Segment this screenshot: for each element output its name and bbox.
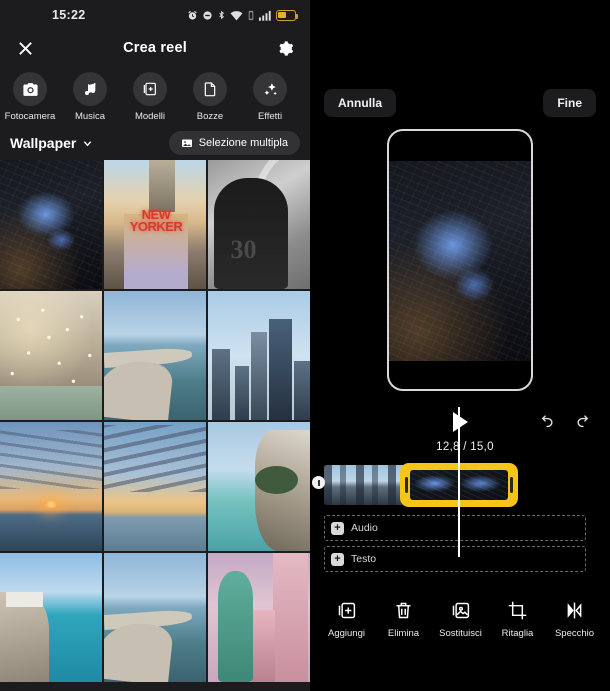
close-icon[interactable] [13,36,37,60]
preview-container [310,129,610,391]
tool-label: Effetti [257,111,283,122]
status-bar: 15:22 [0,0,310,30]
bottom-action-aggiungi[interactable]: Aggiungi [318,600,375,639]
replace-image-icon [452,602,470,619]
trash-icon [396,602,411,619]
templates-icon [133,72,167,106]
bottom-action-suono[interactable]: Suo [603,600,610,639]
editor-bottom-toolbar: Aggiungi Elimina Sostituisci Ritaglia Sp… [310,600,610,639]
page-title: Crea reel [123,40,187,56]
jersey-number: 30 [230,234,257,264]
gallery-item-lit-tree-wedding[interactable] [0,291,102,420]
multiselect-label: Selezione multipla [198,137,288,149]
crop-icon [508,601,527,620]
tool-label: Musica [74,111,106,122]
music-note-icon [73,72,107,106]
gallery-item-basketball-player[interactable]: 30 [208,160,310,289]
status-time: 15:22 [52,8,86,22]
track-audio[interactable]: + Audio [324,515,586,541]
gallery-item-cliff-coast[interactable] [208,422,310,551]
wifi-icon [230,10,243,20]
bottom-action-label: Sostituisci [439,628,482,639]
gallery-item-sunset-beach[interactable] [104,422,206,551]
gallery-item-pier-lake[interactable] [104,291,206,420]
timecode-display: 12,8 / 15,0 [436,441,494,453]
plus-icon[interactable]: + [331,552,344,566]
bottom-action-sostituisci[interactable]: Sostituisci [432,600,489,639]
mirror-icon [567,602,582,619]
gallery-item-aerial-night-city[interactable] [0,160,102,289]
gallery-item-city-skyscrapers[interactable] [208,291,310,420]
creation-tools: Fotocamera Musica Modelli Bozze Effetti [0,66,310,126]
gallery-item-new-yorker-building[interactable]: NEW YORKER [104,160,206,289]
status-icons [187,9,298,21]
play-icon[interactable] [452,412,468,432]
tool-modelli[interactable]: Modelli [120,72,180,122]
cancel-button[interactable]: Annulla [324,89,396,117]
preview-phone-frame[interactable] [387,129,533,391]
album-selector-row: Wallpaper Selezione multipla [0,126,310,160]
bottom-action-ritaglia[interactable]: Ritaglia [489,600,546,639]
album-name[interactable]: Wallpaper [10,135,76,151]
undo-icon[interactable] [536,413,555,432]
multiselect-button[interactable]: Selezione multipla [168,131,300,155]
clip-start-handle[interactable] [312,476,325,489]
photo-grid: NEW YORKER 30 [0,160,310,682]
bottom-action-label: Aggiungi [328,628,365,639]
signal-icon [259,10,271,21]
tool-label: Modelli [134,111,166,122]
bottom-action-elimina[interactable]: Elimina [375,600,432,639]
chevron-down-icon[interactable] [82,138,93,149]
history-controls [536,413,594,432]
tool-effetti[interactable]: Effetti [240,72,300,122]
done-button[interactable]: Fine [543,89,596,117]
tool-bozze[interactable]: Bozze [180,72,240,122]
plus-icon[interactable]: + [331,521,344,535]
camera-icon [13,72,47,106]
app-screen: 15:22 Crea reel Fotocamera Musica Modell… [0,0,610,691]
editor-top-spacer [310,0,610,85]
tool-label: Bozze [196,111,224,122]
bluetooth-icon [219,10,225,20]
playhead[interactable] [458,407,460,557]
trim-handle-left[interactable] [405,477,408,493]
alarm-icon [188,10,197,20]
gear-icon[interactable] [273,36,297,60]
gallery-item-sunset-sea-1[interactable] [0,422,102,551]
bottom-action-label: Elimina [387,628,420,639]
vpn-icon [248,10,254,20]
gallery-item-statue-of-liberty[interactable] [208,553,310,682]
gallery-item-sea-cove[interactable] [0,553,102,682]
redo-icon[interactable] [575,413,594,432]
dnd-icon [203,10,212,20]
bottom-action-label: Specchio [554,628,595,639]
track-testo[interactable]: + Testo [324,546,586,572]
track-label: Testo [351,553,377,565]
building-sign: NEW YORKER [129,207,183,235]
tool-more[interactable]: G [300,72,310,122]
tool-label: Fotocamera [4,111,56,122]
tool-fotocamera[interactable]: Fotocamera [0,72,60,122]
bottom-action-label: Ritaglia [501,628,534,639]
photos-icon [181,139,192,147]
gallery-item-pier-lighthouse[interactable] [104,553,206,682]
trim-handle-right[interactable] [510,477,513,493]
reel-editor-panel: Annulla Fine 12,8 / 15,0 + Audio + Testo… [310,0,610,691]
panel-header: Crea reel [0,30,310,66]
drafts-icon [193,72,227,106]
timeline[interactable] [310,407,610,557]
track-label: Audio [351,522,378,534]
timeline-tracks: + Audio + Testo [310,515,610,572]
reel-gallery-panel: 15:22 Crea reel Fotocamera Musica Modell… [0,0,310,691]
playback-controls [310,405,610,439]
battery-icon [276,9,298,21]
editor-action-row: Annulla Fine [310,85,610,121]
add-clip-icon [338,602,356,619]
preview-media [389,161,531,361]
tool-musica[interactable]: Musica [60,72,120,122]
sparkle-icon [253,72,287,106]
bottom-action-specchio[interactable]: Specchio [546,600,603,639]
